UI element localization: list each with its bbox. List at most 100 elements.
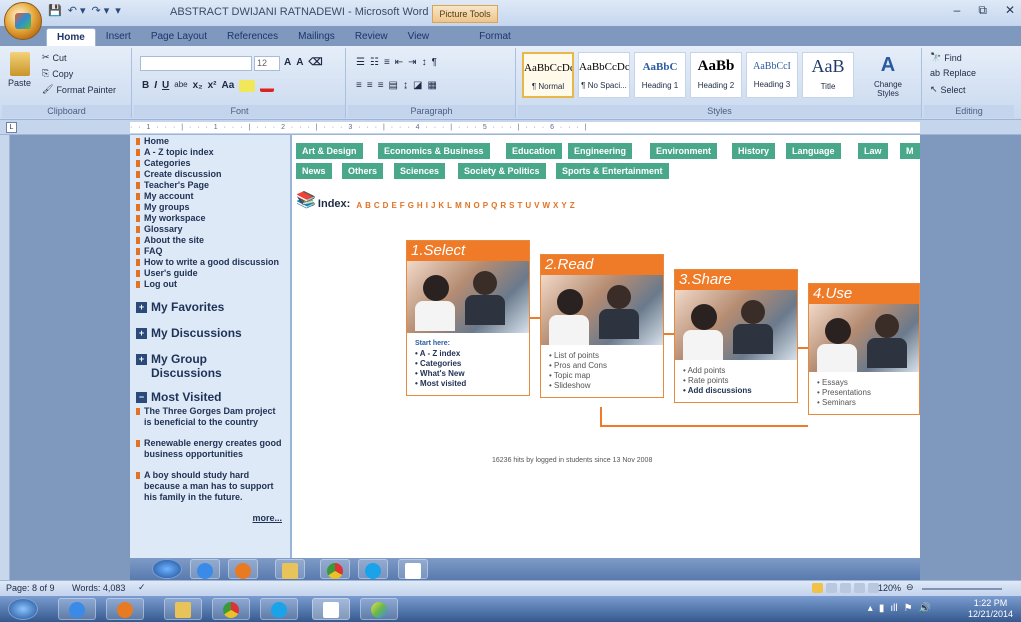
category-button[interactable]: Education: [506, 143, 562, 159]
align-left-icon[interactable]: ≡: [356, 80, 362, 91]
line-spacing-icon[interactable]: ↨: [403, 80, 408, 91]
pilcrow-icon[interactable]: ¶: [432, 57, 437, 68]
save-icon[interactable]: 💾: [48, 4, 62, 17]
tab-selector-icon[interactable]: L: [6, 122, 17, 133]
highlight-icon[interactable]: [239, 80, 256, 92]
index-letter[interactable]: D: [383, 201, 389, 210]
step-item[interactable]: • What's New: [415, 369, 523, 379]
style-no-spacing[interactable]: AaBbCcDc ¶ No Spaci...: [578, 52, 630, 98]
more-link[interactable]: more...: [130, 513, 282, 523]
step-item[interactable]: • Most visited: [415, 379, 523, 389]
index-letter[interactable]: Y: [561, 201, 566, 210]
minus-icon[interactable]: −: [136, 391, 147, 403]
bold-button[interactable]: B: [142, 80, 149, 92]
numbering-icon[interactable]: ☷: [370, 57, 379, 68]
index-letter[interactable]: F: [400, 201, 405, 210]
index-letter[interactable]: V: [534, 201, 539, 210]
print-layout-icon[interactable]: [812, 583, 823, 593]
nav-link[interactable]: Categories: [130, 158, 290, 169]
taskbar-skype-icon[interactable]: [260, 598, 298, 620]
index-letter[interactable]: N: [465, 201, 471, 210]
font-size-input[interactable]: 12: [254, 56, 280, 71]
align-right-icon[interactable]: ≡: [378, 80, 384, 91]
proofing-icon[interactable]: ✓: [138, 582, 146, 593]
tray-up-icon[interactable]: ▴: [868, 603, 873, 614]
superscript-button[interactable]: x²: [208, 80, 217, 92]
index-letter[interactable]: B: [365, 201, 371, 210]
decrease-indent-icon[interactable]: ⇤: [395, 57, 403, 68]
change-case-button[interactable]: Aa: [222, 80, 235, 92]
full-screen-icon[interactable]: [826, 583, 837, 593]
tab-review[interactable]: Review: [345, 28, 398, 46]
taskbar-word-icon[interactable]: [312, 598, 350, 620]
restore-button[interactable]: ⧉: [978, 3, 987, 18]
style-heading-2[interactable]: AaBb Heading 2: [690, 52, 742, 98]
font-name-input[interactable]: [140, 56, 252, 71]
nav-link[interactable]: How to write a good discussion: [130, 257, 290, 268]
index-letter[interactable]: U: [525, 201, 531, 210]
category-button[interactable]: Others: [342, 163, 384, 179]
index-letter[interactable]: C: [374, 201, 380, 210]
nav-link[interactable]: User's guide: [130, 268, 290, 279]
taskbar-chrome-icon[interactable]: [212, 598, 250, 620]
index-letter[interactable]: X: [553, 201, 558, 210]
taskbar-paint-icon[interactable]: [360, 598, 398, 620]
category-button[interactable]: History: [732, 143, 776, 159]
nav-link[interactable]: Glossary: [130, 224, 290, 235]
redo-icon[interactable]: ↷ ▾: [92, 4, 110, 17]
index-letter[interactable]: K: [438, 201, 444, 210]
borders-icon[interactable]: ▦: [427, 80, 436, 91]
flag-icon[interactable]: ⚑: [904, 603, 913, 614]
nav-link[interactable]: My account: [130, 191, 290, 202]
copy-button[interactable]: ⎘ Copy: [42, 68, 73, 79]
style-normal[interactable]: AaBbCcDc ¶ Normal: [522, 52, 574, 98]
index-letter[interactable]: P: [483, 201, 488, 210]
close-button[interactable]: ✕: [1005, 3, 1015, 18]
index-letter[interactable]: T: [517, 201, 522, 210]
bullets-icon[interactable]: ☰: [356, 57, 365, 68]
subscript-button[interactable]: x₂: [193, 80, 203, 92]
category-button[interactable]: Sciences: [394, 163, 446, 179]
find-button[interactable]: 🔭 Find: [930, 52, 962, 63]
most-visited-item[interactable]: Renewable energy creates good business o…: [130, 438, 284, 460]
index-letter[interactable]: R: [500, 201, 506, 210]
center-icon[interactable]: ≡: [367, 80, 373, 91]
web-layout-icon[interactable]: [840, 583, 851, 593]
tab-view[interactable]: View: [398, 28, 440, 46]
step-item[interactable]: • Slideshow: [549, 381, 657, 391]
clock[interactable]: 1:22 PM 12/21/2014: [968, 598, 1013, 620]
cut-button[interactable]: ✂ Cut: [42, 52, 67, 63]
zoom-out-icon[interactable]: ⊖: [906, 582, 914, 593]
increase-indent-icon[interactable]: ⇥: [408, 57, 416, 68]
volume-icon[interactable]: 🔊: [919, 603, 931, 614]
shrink-font-icon[interactable]: A: [296, 57, 303, 68]
tab-mailings[interactable]: Mailings: [288, 28, 345, 46]
index-letter[interactable]: M: [455, 201, 462, 210]
my-favorites-heading[interactable]: + My Favorites: [136, 300, 290, 314]
tab-insert[interactable]: Insert: [96, 28, 141, 46]
signal-icon[interactable]: ıll: [890, 603, 897, 614]
shading-icon[interactable]: ◪: [413, 80, 422, 91]
zoom-level[interactable]: 120%: [878, 583, 901, 593]
nav-link[interactable]: A - Z topic index: [130, 147, 290, 158]
step-item[interactable]: • Essays: [817, 378, 913, 388]
category-button[interactable]: Art & Design: [296, 143, 363, 159]
style-title[interactable]: AaB Title: [802, 52, 854, 98]
index-letter[interactable]: J: [431, 201, 435, 210]
tab-home[interactable]: Home: [46, 28, 96, 46]
index-letter[interactable]: W: [542, 201, 550, 210]
ruler-track[interactable]: · · 1 · · · | · · · 1 · · · | · · · 2 · …: [130, 122, 920, 133]
step-item[interactable]: • List of points: [549, 351, 657, 361]
clear-format-icon[interactable]: ⌫: [308, 57, 322, 68]
step-item[interactable]: • Rate points: [683, 376, 791, 386]
paste-button[interactable]: Paste: [8, 52, 31, 88]
category-button[interactable]: M: [900, 143, 920, 159]
step-item[interactable]: • Presentations: [817, 388, 913, 398]
nav-link[interactable]: My groups: [130, 202, 290, 213]
outline-icon[interactable]: [854, 583, 865, 593]
justify-icon[interactable]: ▤: [389, 80, 398, 91]
taskbar-ie-icon[interactable]: [58, 598, 96, 620]
nav-link[interactable]: Home: [130, 136, 290, 147]
most-visited-item[interactable]: The Three Gorges Dam project is benefici…: [130, 406, 284, 428]
select-button[interactable]: ↖ Select: [930, 84, 966, 95]
